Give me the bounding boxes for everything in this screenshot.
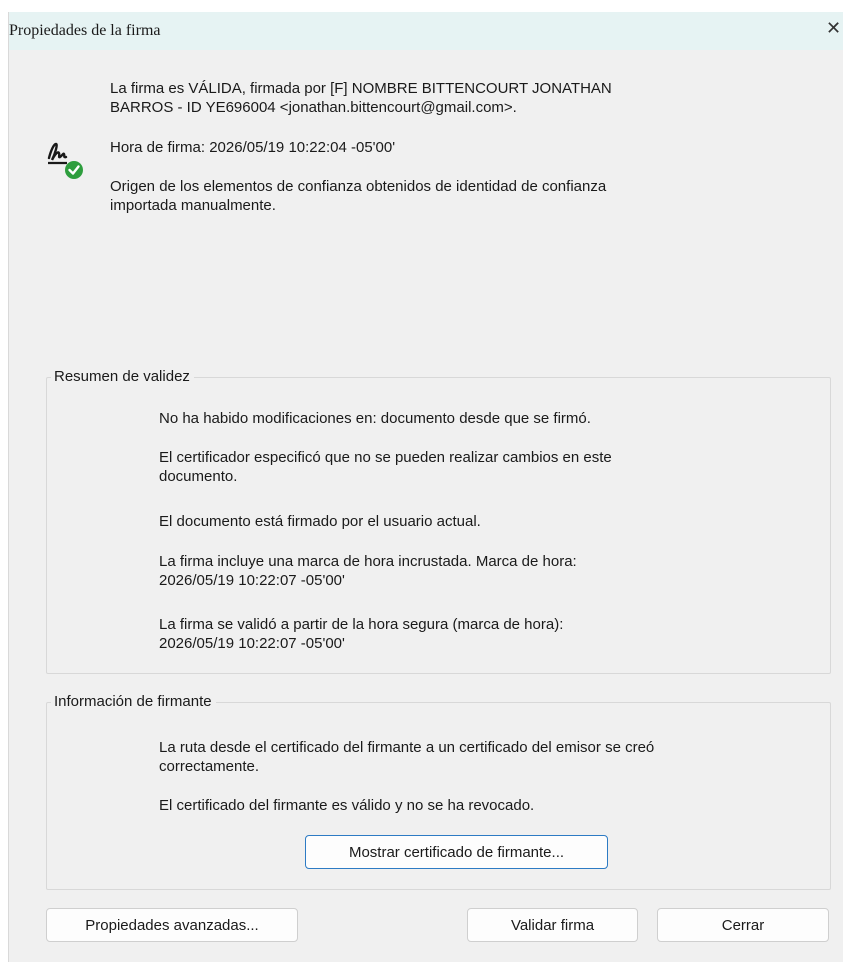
signer-info-item: El certificado del firmante es válido y … [159, 797, 535, 814]
advanced-properties-button[interactable]: Propiedades avanzadas... [46, 908, 298, 942]
validity-item: La firma se validó a partir de la hora s… [159, 616, 564, 652]
trust-source-text: Origen de los elementos de confianza obt… [110, 178, 607, 214]
dialog-title: Propiedades de la firma [9, 22, 161, 39]
signer-info-legend: Información de firmante [51, 693, 216, 710]
validity-item: El documento está firmado por el usuario… [159, 513, 481, 530]
show-signer-certificate-button[interactable]: Mostrar certificado de firmante... [305, 835, 608, 869]
signature-valid-icon [47, 142, 83, 179]
signing-time-text: Hora de firma: 2026/05/19 10:22:04 -05'0… [110, 139, 396, 156]
validate-signature-button[interactable]: Validar firma [467, 908, 638, 942]
title-bar: Propiedades de la firma ✕ [9, 12, 843, 50]
validity-item: La firma incluye una marca de hora incru… [159, 553, 577, 589]
signer-info-item: La ruta desde el certificado del firmant… [159, 739, 655, 775]
close-button[interactable]: Cerrar [657, 908, 829, 942]
validity-item: El certificador especificó que no se pue… [159, 449, 612, 485]
close-icon[interactable]: ✕ [826, 18, 843, 42]
signature-status-text: La firma es VÁLIDA, firmada por [F] NOMB… [110, 80, 612, 116]
validity-item: No ha habido modificaciones en: document… [159, 410, 591, 427]
signature-properties-dialog: Propiedades de la firma ✕ La firma es VÁ… [8, 12, 843, 962]
validity-summary-legend: Resumen de validez [51, 368, 194, 385]
